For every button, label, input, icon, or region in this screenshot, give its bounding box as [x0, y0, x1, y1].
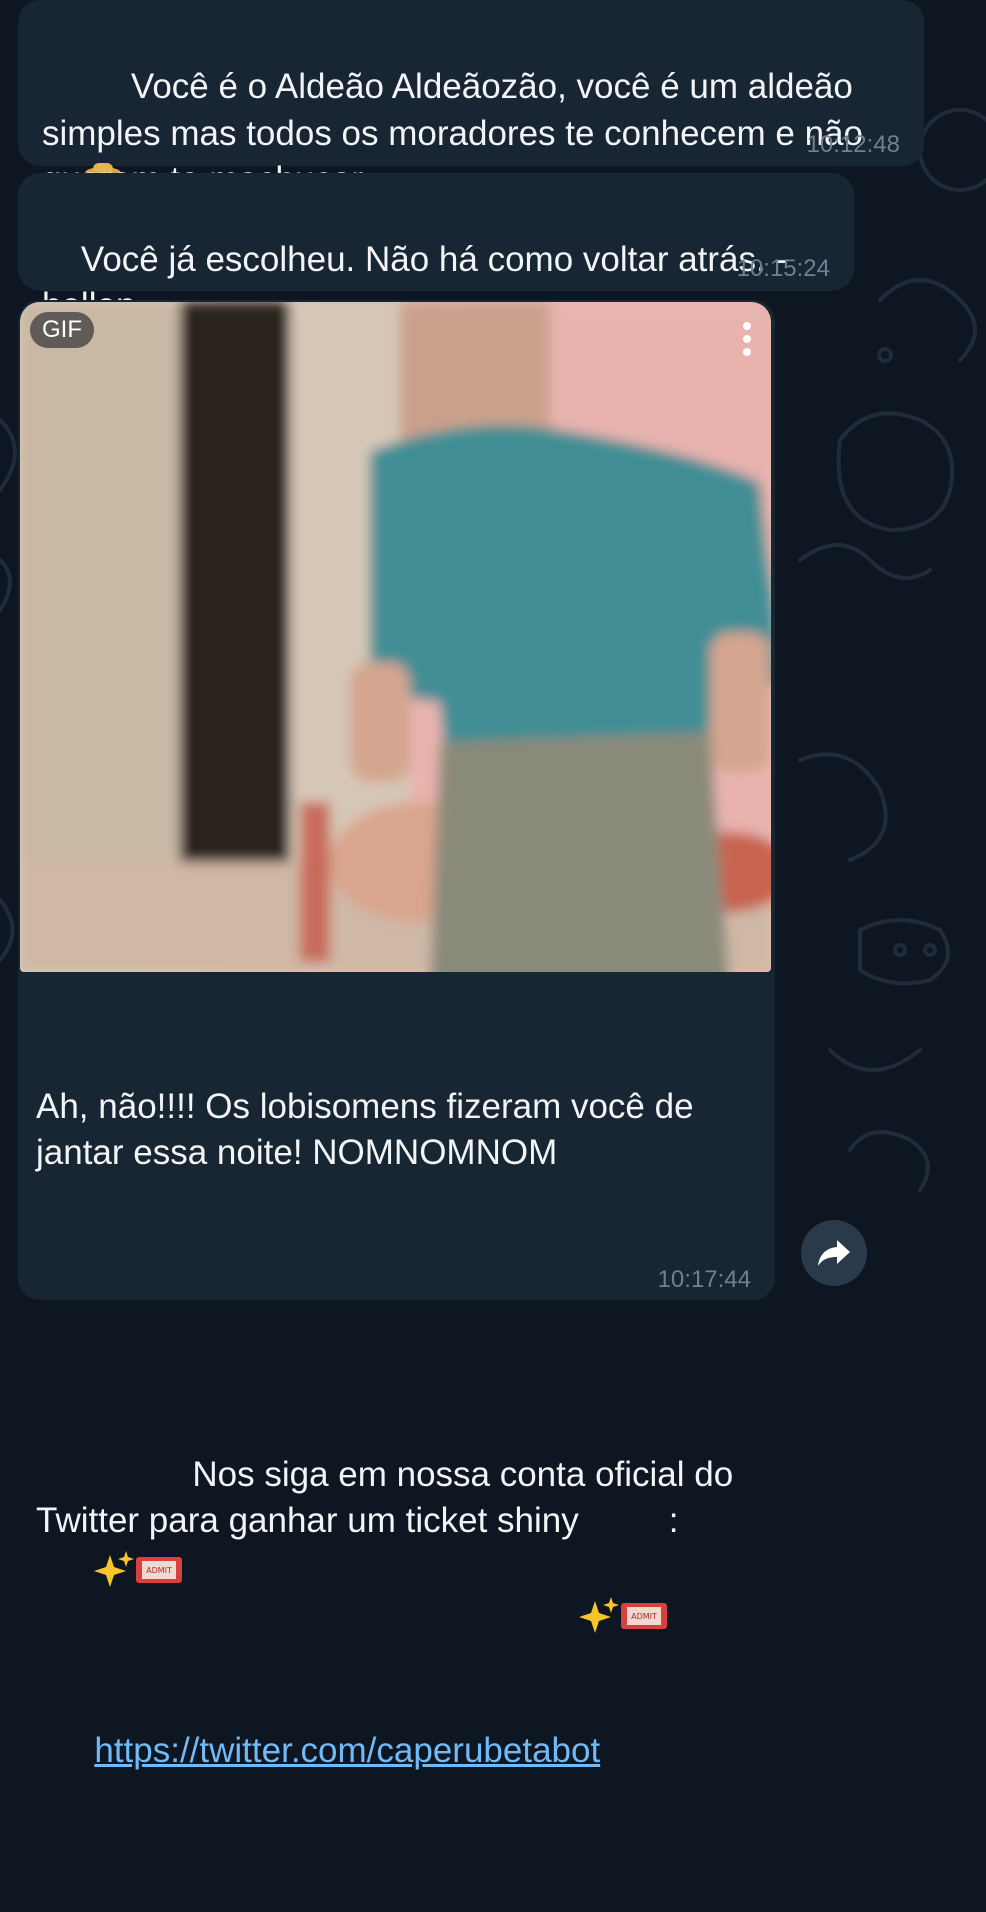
forward-arrow-icon [818, 1240, 850, 1266]
gif-caption-line: Ah, não!!!! Os lobisomens fizeram você d… [36, 1087, 704, 1172]
sparkles-emoji-icon-2 [578, 1503, 619, 1633]
three-dots-vertical-icon[interactable] [737, 322, 757, 360]
promo-text-block: ADMIT Nos siga em nossa conta oficial do… [36, 1406, 758, 1633]
gif-image [20, 302, 771, 972]
gif-caption: Ah, não!!!! Os lobisomens fizeram você d… [36, 992, 758, 1912]
message-1-time: 10:12:48 [806, 131, 900, 158]
admission-ticket-emoji-icon-2: ADMIT [619, 1505, 669, 1629]
gif-message-time: 10:17:44 [657, 1266, 751, 1293]
gif-media[interactable]: GIF [20, 302, 771, 972]
gif-message-bubble[interactable]: GIF Ah, não!!!! Os lobisomens fizeram vo… [18, 300, 775, 1770]
gif-badge: GIF [30, 312, 94, 348]
message-2-time: 10:15:24 [736, 255, 830, 282]
admission-ticket-emoji-icon: ADMIT [134, 1459, 184, 1583]
svg-text:ADMIT: ADMIT [146, 1566, 172, 1575]
message-bubble-2[interactable]: Você já escolheu. Não há como voltar atr… [18, 173, 854, 463]
twitter-link[interactable]: https://twitter.com/caperubetabot [94, 1731, 600, 1770]
message-bubble-1[interactable]: Você é o Aldeão Aldeãozão, você é um ald… [18, 0, 924, 203]
sparkles-emoji-icon [94, 1457, 135, 1587]
farmer-emoji-icon [81, 67, 125, 203]
svg-text:ADMIT: ADMIT [631, 1612, 657, 1621]
forward-button[interactable] [801, 1220, 867, 1286]
promo-colon: : [668, 1501, 679, 1540]
